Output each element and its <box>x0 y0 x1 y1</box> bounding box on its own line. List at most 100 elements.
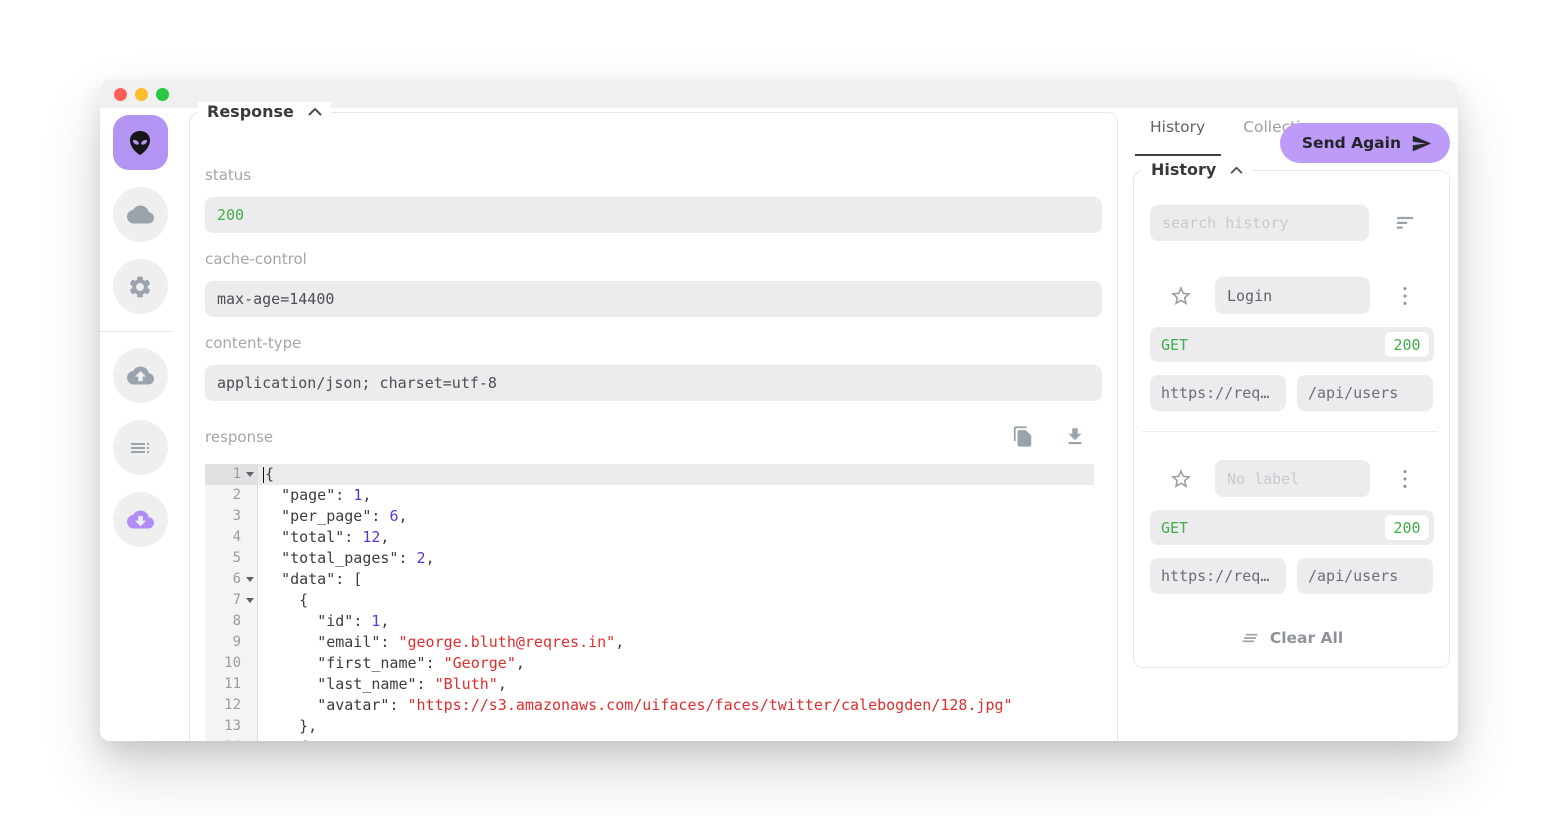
cache-control-label: cache-control <box>205 250 1102 268</box>
editor-gutter: 1 <box>205 464 258 485</box>
search-history-input[interactable] <box>1150 205 1369 241</box>
text-cursor <box>263 467 264 483</box>
response-code-editor[interactable]: 1{2 "page": 1,3 "per_page": 6,4 "total":… <box>205 464 1094 741</box>
editor-gutter: 4 <box>205 527 258 548</box>
status-label: status <box>205 166 1102 184</box>
status-badge: 200 <box>1385 332 1429 357</box>
collapse-history-icon[interactable] <box>1230 166 1243 174</box>
history-url-row: https://req… /api/users <box>1150 375 1433 411</box>
sidebar-item-requests[interactable] <box>113 420 168 475</box>
editor-gutter: 7 <box>205 590 258 611</box>
history-item-2 <box>1150 460 1433 497</box>
editor-line-6[interactable]: 6 "data": [ <box>205 569 1094 590</box>
history-label-input[interactable] <box>1215 277 1370 314</box>
history-method-row[interactable]: GET 200 <box>1150 510 1434 545</box>
editor-gutter: 6 <box>205 569 258 590</box>
cloud-icon <box>127 201 154 228</box>
content-type-value: application/json; charset=utf-8 <box>205 365 1102 401</box>
response-panel: Response status 200 cache-control max-ag… <box>189 112 1118 741</box>
history-label-input[interactable] <box>1215 460 1370 497</box>
favorite-star-icon[interactable] <box>1169 284 1193 308</box>
editor-line-8[interactable]: 8 "id": 1, <box>205 611 1094 632</box>
editor-line-14[interactable]: 14 { <box>205 737 1094 741</box>
url-path[interactable]: /api/users <box>1297 558 1433 594</box>
editor-line-2[interactable]: 2 "page": 1, <box>205 485 1094 506</box>
history-section: History <box>1133 170 1450 668</box>
editor-line-11[interactable]: 11 "last_name": "Bluth", <box>205 674 1094 695</box>
clear-all-label: Clear All <box>1270 629 1343 647</box>
editor-gutter: 3 <box>205 506 258 527</box>
copy-response-button[interactable] <box>1012 425 1034 448</box>
cloud-download-icon <box>127 506 154 533</box>
item-menu-button[interactable] <box>1401 468 1409 490</box>
list-icon <box>128 436 152 460</box>
clear-all-icon <box>1240 628 1260 648</box>
sidebar-item-settings[interactable] <box>113 259 168 314</box>
history-method-row[interactable]: GET 200 <box>1150 327 1434 362</box>
more-vert-icon <box>1401 468 1409 490</box>
cache-control-value: max-age=14400 <box>205 281 1102 317</box>
status-badge: 200 <box>1385 515 1429 540</box>
sidebar-item-home[interactable] <box>113 115 168 170</box>
editor-gutter: 13 <box>205 716 258 737</box>
editor-line-5[interactable]: 5 "total_pages": 2, <box>205 548 1094 569</box>
editor-line-12[interactable]: 12 "avatar": "https://s3.amazonaws.com/u… <box>205 695 1094 716</box>
clear-all-button[interactable]: Clear All <box>1150 628 1433 648</box>
editor-gutter: 8 <box>205 611 258 632</box>
tab-history[interactable]: History <box>1150 118 1205 142</box>
maximize-window-button[interactable] <box>156 88 169 101</box>
sidebar <box>100 108 180 741</box>
fold-toggle-icon[interactable] <box>246 598 254 603</box>
send-again-button[interactable]: Send Again <box>1280 123 1450 163</box>
fold-toggle-icon[interactable] <box>246 472 254 477</box>
editor-gutter: 5 <box>205 548 258 569</box>
copy-icon <box>1012 425 1034 448</box>
editor-line-4[interactable]: 4 "total": 12, <box>205 527 1094 548</box>
response-body-label: response <box>205 428 273 446</box>
minimize-window-button[interactable] <box>135 88 148 101</box>
response-panel-title: Response <box>207 102 294 121</box>
gear-icon <box>127 274 153 300</box>
editor-line-3[interactable]: 3 "per_page": 6, <box>205 506 1094 527</box>
editor-line-10[interactable]: 10 "first_name": "George", <box>205 653 1094 674</box>
editor-line-9[interactable]: 9 "email": "george.bluth@reqres.in", <box>205 632 1094 653</box>
editor-gutter: 14 <box>205 737 258 741</box>
content-type-label: content-type <box>205 334 1102 352</box>
favorite-star-icon[interactable] <box>1169 467 1193 491</box>
editor-gutter: 2 <box>205 485 258 506</box>
url-path[interactable]: /api/users <box>1297 375 1433 411</box>
more-vert-icon <box>1401 285 1409 307</box>
editor-gutter: 10 <box>205 653 258 674</box>
download-icon <box>1064 425 1086 448</box>
editor-line-13[interactable]: 13 }, <box>205 716 1094 737</box>
url-base[interactable]: https://req… <box>1150 375 1286 411</box>
history-item-1 <box>1150 277 1433 314</box>
status-value: 200 <box>205 197 1102 233</box>
url-base[interactable]: https://req… <box>1150 558 1286 594</box>
editor-line-7[interactable]: 7 { <box>205 590 1094 611</box>
history-section-title: History <box>1151 160 1216 179</box>
method-badge: GET <box>1161 336 1188 354</box>
fold-toggle-icon[interactable] <box>246 577 254 582</box>
sidebar-divider <box>100 331 172 332</box>
sidebar-item-upload[interactable] <box>113 348 168 403</box>
sort-history-button[interactable] <box>1395 214 1416 232</box>
editor-gutter: 11 <box>205 674 258 695</box>
sort-icon <box>1395 214 1416 232</box>
send-icon <box>1411 133 1432 154</box>
close-window-button[interactable] <box>114 88 127 101</box>
download-response-button[interactable] <box>1064 425 1086 448</box>
history-items-divider <box>1142 431 1438 432</box>
sidebar-item-download[interactable] <box>113 492 168 547</box>
editor-line-1[interactable]: 1{ <box>205 464 1094 485</box>
editor-gutter: 12 <box>205 695 258 716</box>
app-window: Response status 200 cache-control max-ag… <box>100 80 1458 741</box>
item-menu-button[interactable] <box>1401 285 1409 307</box>
editor-gutter: 9 <box>205 632 258 653</box>
cloud-upload-icon <box>127 362 154 389</box>
history-url-row: https://req… /api/users <box>1150 558 1433 594</box>
send-again-label: Send Again <box>1302 134 1401 152</box>
sidebar-item-cloud[interactable] <box>113 187 168 242</box>
collapse-response-icon[interactable] <box>308 107 322 116</box>
history-section-header: History <box>1142 160 1252 179</box>
